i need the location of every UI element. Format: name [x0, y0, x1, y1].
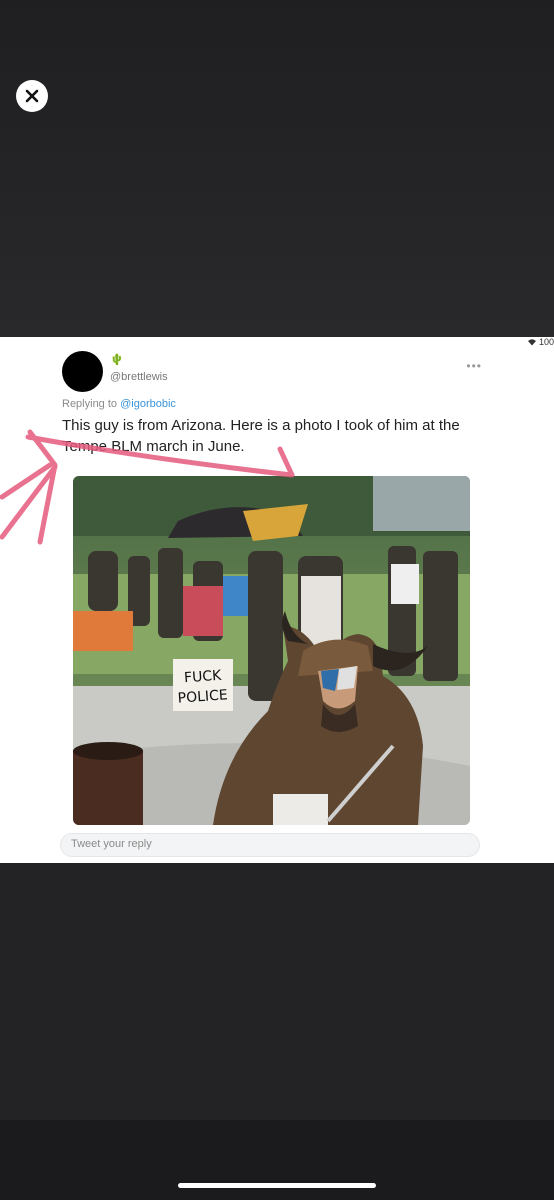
viewer-bottom-backdrop	[0, 863, 554, 1120]
replying-prefix: Replying to	[62, 398, 121, 410]
cactus-emoji: 🌵	[110, 354, 124, 366]
avatar[interactable]	[62, 351, 103, 392]
home-bar-area	[0, 1120, 554, 1200]
replying-to-line: Replying to @igorbobic	[62, 398, 176, 410]
svg-text:FUCK: FUCK	[184, 668, 223, 687]
status-bar: 100	[527, 337, 554, 347]
tweet-screenshot[interactable]: 100 🌵 @brettlewis ••• Replying to @igorb…	[0, 337, 554, 863]
viewer-top-backdrop	[0, 0, 554, 337]
tweet-photo[interactable]: FUCK POLICE	[73, 476, 470, 825]
more-icon[interactable]: •••	[466, 359, 482, 373]
wifi-icon	[527, 339, 536, 346]
reply-input[interactable]: Tweet your reply	[60, 833, 480, 857]
close-button[interactable]	[16, 80, 48, 112]
mention-link[interactable]: @igorbobic	[120, 398, 176, 410]
user-handle[interactable]: @brettlewis	[110, 371, 168, 383]
battery-text: 100	[538, 337, 554, 347]
home-indicator[interactable]	[178, 1183, 376, 1188]
reply-placeholder: Tweet your reply	[71, 838, 152, 850]
close-icon	[25, 89, 39, 103]
tweet-text: This guy is from Arizona. Here is a phot…	[62, 417, 460, 455]
